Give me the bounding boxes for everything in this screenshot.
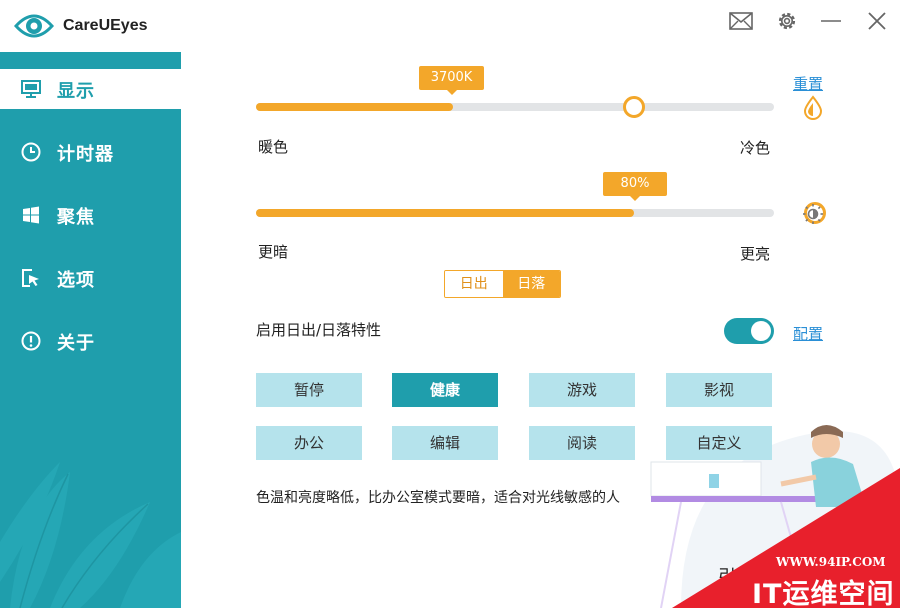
clock-icon (20, 142, 42, 162)
mode-game-button[interactable]: 游戏 (529, 373, 635, 407)
sidebar-item-timer[interactable]: 计时器 (0, 132, 181, 172)
toggle-knob (751, 321, 771, 341)
mode-movie-button[interactable]: 影视 (666, 373, 772, 407)
mode-description: 色温和亮度略低，比办公室模式要暗，适合对光线敏感的人 (256, 490, 620, 506)
sunrise-sunset-feature-label: 启用日出/日落特性 (256, 321, 382, 339)
sidebar-item-label: 聚焦 (57, 207, 95, 228)
sidebar-item-label: 选项 (57, 270, 95, 291)
sidebar: 显示 计时器 聚焦 选项 关于 (0, 52, 181, 608)
display-panel: 3700K 暖色 冷色 重置 80% 更暗 更亮 日出 日落 启用日出/日落特性… (181, 52, 900, 608)
minimize-icon (821, 20, 841, 22)
sidebar-item-label: 关于 (57, 333, 95, 354)
mode-pause-button[interactable]: 暂停 (256, 373, 362, 407)
sidebar-item-focus[interactable]: 聚焦 (0, 195, 181, 235)
brightness-max-label: 更亮 (740, 245, 771, 263)
minimize-button[interactable] (816, 8, 846, 34)
brightness-slider[interactable] (256, 209, 774, 217)
reset-link[interactable]: 重置 (793, 73, 823, 94)
partial-text: 引 (718, 567, 736, 588)
close-icon (868, 12, 886, 30)
mode-read-button[interactable]: 阅读 (529, 426, 635, 460)
temperature-min-label: 暖色 (258, 138, 289, 156)
watermark-url: WWW.94IP.COM (776, 555, 886, 569)
sidebar-item-options[interactable]: 选项 (0, 258, 181, 298)
brightness-slider-fill (256, 209, 635, 217)
temperature-slider[interactable] (256, 103, 774, 111)
gear-icon (778, 12, 796, 30)
leaf-decoration (0, 462, 181, 608)
sunset-segment-button[interactable]: 日落 (502, 271, 560, 297)
mail-button[interactable] (726, 8, 756, 34)
monitor-icon (20, 79, 42, 99)
eye-logo-icon (14, 14, 54, 38)
close-button[interactable] (862, 8, 892, 34)
mode-office-button[interactable]: 办公 (256, 426, 362, 460)
mode-edit-button[interactable]: 编辑 (392, 426, 498, 460)
mail-icon (729, 12, 753, 30)
sunrise-segment-button[interactable]: 日出 (445, 271, 503, 297)
info-icon (20, 331, 42, 351)
windows-icon (20, 205, 42, 225)
temperature-slider-thumb[interactable] (622, 96, 645, 118)
temperature-slider-fill (256, 103, 453, 111)
configure-link[interactable]: 配置 (793, 323, 823, 344)
brightness-value-tag: 80% (603, 172, 667, 201)
sidebar-item-display[interactable]: 显示 (0, 69, 181, 109)
sunrise-sunset-toggle[interactable] (724, 318, 774, 344)
cursor-icon (20, 268, 42, 288)
brightness-icon (803, 204, 823, 224)
sidebar-item-label: 显示 (57, 81, 95, 102)
sidebar-item-about[interactable]: 关于 (0, 321, 181, 361)
watermark-text: IT运维空间 (752, 579, 895, 608)
settings-button[interactable] (772, 8, 802, 34)
sunrise-sunset-segment: 日出 日落 (444, 270, 561, 298)
mode-health-button[interactable]: 健康 (392, 373, 498, 407)
title-bar: CareUEyes (0, 0, 900, 52)
app-title: CareUEyes (63, 17, 148, 34)
mode-custom-button[interactable]: 自定义 (666, 426, 772, 460)
temperature-value-tag: 3700K (419, 66, 484, 95)
sidebar-item-label: 计时器 (57, 144, 114, 165)
droplet-icon (803, 95, 823, 120)
brightness-min-label: 更暗 (258, 243, 289, 261)
temperature-max-label: 冷色 (740, 139, 771, 157)
